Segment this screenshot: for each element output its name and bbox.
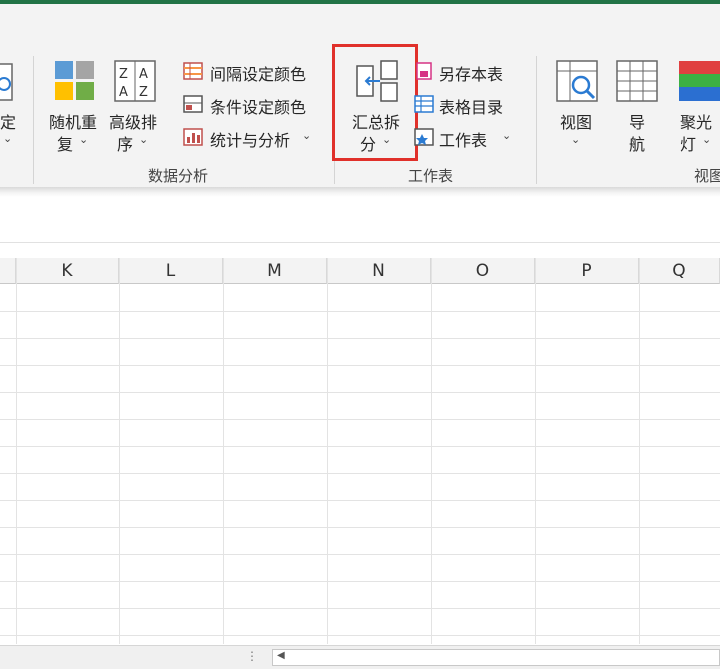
chevron-down-icon: ⌄ — [79, 133, 89, 146]
navigation-label-1: 导 — [629, 113, 646, 132]
column-header-p[interactable]: P — [535, 258, 639, 284]
formula-bar[interactable] — [0, 200, 720, 243]
grid-column-line — [223, 258, 224, 644]
spotlight-icon — [679, 61, 720, 101]
save-as-sheet-label: 另存本表 — [439, 65, 504, 84]
chevron-down-icon: ⌄ — [571, 133, 581, 146]
navigation-grid-icon — [616, 60, 658, 102]
grid-row-line — [0, 527, 720, 528]
grid-row-line — [0, 500, 720, 501]
stats-analysis-icon — [183, 128, 203, 146]
column-header-q[interactable]: Q — [639, 258, 720, 284]
svg-text:A: A — [119, 85, 128, 100]
spotlight-label-1: 聚光 — [680, 113, 713, 132]
grid-row-line — [0, 446, 720, 447]
table-catalog-label: 表格目录 — [439, 98, 504, 117]
splitter-handle-icon[interactable]: ⋮ — [246, 649, 258, 663]
group-separator — [536, 56, 537, 184]
ribbon-shadow — [0, 187, 720, 197]
grid-row-line — [0, 554, 720, 555]
grid-row-line — [0, 365, 720, 366]
svg-text:A: A — [139, 67, 148, 82]
grid-row-line — [0, 635, 720, 636]
column-header-n[interactable]: N — [327, 258, 431, 284]
navigation-label-2: 航 — [629, 135, 646, 154]
column-header-k[interactable]: K — [16, 258, 119, 284]
spotlight-label-2: 灯 — [680, 135, 697, 154]
view-label: 视图 — [560, 113, 593, 132]
chevron-down-icon: ⌄ — [702, 133, 712, 146]
worksheet-star-icon — [414, 128, 434, 146]
interval-color-label: 间隔设定颜色 — [210, 65, 307, 84]
svg-text:Z: Z — [139, 85, 148, 100]
condition-color-icon — [183, 95, 203, 113]
group-label-worksheet: 工作表 — [408, 167, 454, 185]
grid-column-line — [535, 258, 536, 644]
partial-magnifier-icon — [0, 63, 13, 101]
grid-column-line — [16, 258, 17, 644]
column-header-partial[interactable] — [0, 258, 16, 284]
stats-analysis-label: 统计与分析 — [210, 131, 291, 150]
view-magnifier-icon — [556, 60, 598, 102]
advanced-sort-label-2: 序 — [117, 135, 134, 154]
chevron-down-icon: ⌄ — [139, 133, 149, 146]
grid-column-line — [639, 258, 640, 644]
chevron-down-icon: ⌄ — [302, 129, 312, 142]
grid-row-line — [0, 473, 720, 474]
grid-column-line — [119, 258, 120, 644]
sort-az-icon: Z A A Z — [114, 60, 156, 102]
table-catalog-icon — [414, 95, 434, 113]
group-label-data-analysis: 数据分析 — [148, 167, 209, 185]
sheet-tab-bar: ⋮ ◀ — [0, 645, 720, 669]
grid-row-line — [0, 311, 720, 312]
grid-row-line — [0, 608, 720, 609]
column-header-l[interactable]: L — [119, 258, 223, 284]
column-header-m[interactable]: M — [223, 258, 327, 284]
random-grid-icon — [55, 61, 94, 100]
partial-button-label[interactable]: 定 — [0, 109, 16, 133]
worksheet-menu-label: 工作表 — [439, 131, 488, 150]
ribbon: 定 ⌄ 随机重 复 ⌄ Z A A Z 高级排 序 ⌄ 间隔设定颜色 条件设定颜… — [0, 4, 720, 187]
interval-color-icon — [183, 62, 203, 80]
grid-row-line — [0, 338, 720, 339]
column-header-o[interactable]: O — [431, 258, 535, 284]
advanced-sort-label-1: 高级排 — [109, 113, 158, 132]
grid-column-line — [327, 258, 328, 644]
scroll-left-arrow-icon[interactable]: ◀ — [277, 650, 285, 661]
grid-column-line — [431, 258, 432, 644]
grid-row-line — [0, 392, 720, 393]
grid-row-line — [0, 581, 720, 582]
condition-color-label: 条件设定颜色 — [210, 98, 307, 117]
chevron-down-icon[interactable]: ⌄ — [3, 132, 12, 145]
group-separator — [33, 56, 34, 184]
save-as-icon — [416, 62, 432, 80]
horizontal-scrollbar[interactable]: ◀ — [272, 649, 720, 666]
group-label-view: 视图 — [694, 167, 720, 185]
grid-row-line — [0, 419, 720, 420]
highlight-box — [332, 44, 418, 161]
chevron-down-icon: ⌄ — [502, 129, 512, 142]
random-repeat-label-2: 复 — [57, 135, 74, 154]
svg-text:Z: Z — [119, 67, 128, 82]
random-repeat-label-1: 随机重 — [49, 113, 98, 132]
